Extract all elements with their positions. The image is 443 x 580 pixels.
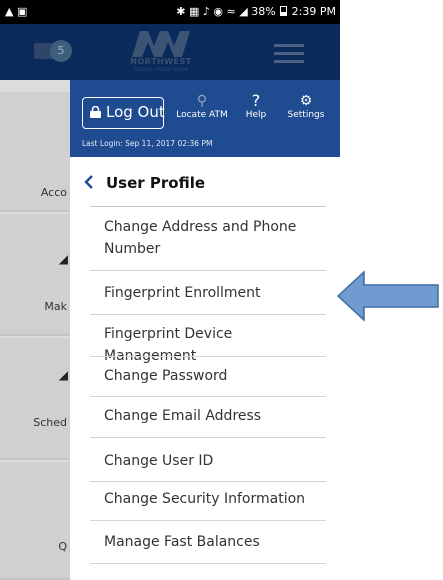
menu-item-label: Change Address and Phone Number <box>104 219 297 257</box>
app-header: 5 NORTHWEST FEDERAL CREDIT UNION <box>0 24 340 80</box>
wifi-icon: ≈ <box>226 5 236 18</box>
settings-label: Settings <box>287 110 325 120</box>
log-out-label: Log Out <box>106 103 165 121</box>
help-button[interactable]: ? Help <box>240 91 272 121</box>
image-icon: ▣ <box>16 5 28 18</box>
bluetooth-icon: ✱ <box>176 5 186 18</box>
user-profile-title: User Profile <box>106 174 206 192</box>
navigation-drawer: Log Out ⚲ Locate ATM ? Help ⚙ Settings L… <box>70 80 340 580</box>
mute-icon: ♪ <box>202 5 210 18</box>
pointer-arrow-icon <box>336 270 439 322</box>
divider <box>90 481 326 482</box>
status-left-icons: ▲ ▣ <box>5 5 27 18</box>
menu-item-label: Change Email Address <box>104 408 262 424</box>
background-label: Q <box>58 540 67 553</box>
menu-item-manage-fast-balances[interactable]: Manage Fast Balances <box>90 531 326 553</box>
locate-atm-button[interactable]: ⚲ Locate ATM <box>172 92 232 120</box>
menu-item-label: Manage Fast Balances <box>104 534 260 550</box>
menu-item-label: Change Password <box>104 368 228 384</box>
hamburger-menu-icon[interactable] <box>274 44 304 64</box>
divider <box>90 206 326 207</box>
background-tile: ◢ Sched <box>0 338 70 460</box>
locate-atm-label: Locate ATM <box>176 110 228 120</box>
battery-icon <box>280 6 288 16</box>
background-label: Sched <box>33 416 67 429</box>
lock-icon <box>90 106 101 118</box>
background-icon: ◢ <box>58 368 68 382</box>
menu-item-label: Fingerprint Enrollment <box>104 285 261 301</box>
phone-screen: ▲ ▣ ✱ ▦ ♪ ◉ ≈ ◢ 38% 2:39 PM 5 NORTHWEST … <box>0 0 340 580</box>
nw-logo-mark-icon <box>132 31 190 57</box>
hamburger-bar <box>274 44 304 47</box>
nfc-icon: ▦ <box>188 5 200 18</box>
location-pin-icon: ⚲ <box>196 93 208 109</box>
menu-item-change-security-info[interactable]: Change Security Information <box>90 488 326 510</box>
menu-item-fingerprint-enrollment[interactable]: Fingerprint Enrollment <box>90 282 326 304</box>
menu-item-fingerprint-device-management[interactable]: Fingerprint Device Management <box>90 323 326 367</box>
divider <box>90 396 326 397</box>
menu-item-label: Change User ID <box>104 453 214 469</box>
help-icon: ? <box>251 91 261 110</box>
divider <box>90 356 326 357</box>
chevron-left-icon <box>84 175 93 189</box>
settings-button[interactable]: ⚙ Settings <box>278 92 334 120</box>
divider <box>90 314 326 315</box>
notification-bell-icon: ▲ <box>5 5 14 18</box>
status-bar: ▲ ▣ ✱ ▦ ♪ ◉ ≈ ◢ 38% 2:39 PM <box>0 0 340 24</box>
hamburger-bar <box>274 60 304 63</box>
menu-item-change-password[interactable]: Change Password <box>90 365 326 387</box>
divider <box>90 270 326 271</box>
divider <box>90 520 326 521</box>
background-label: Mak <box>44 300 67 313</box>
background-tile: Acco <box>0 92 70 212</box>
northwest-logo: NORTHWEST FEDERAL CREDIT UNION <box>124 30 198 74</box>
log-out-button[interactable]: Log Out <box>82 97 165 129</box>
menu-item-change-user-id[interactable]: Change User ID <box>90 450 326 472</box>
status-time: 2:39 PM <box>291 5 336 18</box>
logo-name: NORTHWEST <box>130 57 192 66</box>
background-tile: Q <box>0 462 70 580</box>
status-right: ✱ ▦ ♪ ◉ ≈ ◢ 38% 2:39 PM <box>176 5 336 18</box>
background-tile: ◢ Mak <box>0 214 70 336</box>
screenshot-frame: ▲ ▣ ✱ ▦ ♪ ◉ ≈ ◢ 38% 2:39 PM 5 NORTHWEST … <box>0 0 443 580</box>
divider <box>90 563 326 564</box>
alarm-icon: ◉ <box>213 5 224 18</box>
menu-item-change-email[interactable]: Change Email Address <box>90 405 326 427</box>
background-icon: ◢ <box>58 252 68 266</box>
menu-item-change-address[interactable]: Change Address and Phone Number <box>90 216 326 260</box>
background-dashboard: Acco ◢ Mak ◢ Sched Q <box>0 80 70 580</box>
gear-icon: ⚙ <box>299 93 313 109</box>
menu-item-label: Change Security Information <box>104 491 306 507</box>
help-label: Help <box>245 110 267 120</box>
menu-item-label: Fingerprint Device Management <box>104 326 233 364</box>
messages-button[interactable]: 5 <box>34 40 72 62</box>
background-label: Acco <box>40 186 67 199</box>
hamburger-bar <box>274 52 304 55</box>
last-login-text: Last Login: Sep 11, 2017 02:36 PM <box>82 139 213 148</box>
logo-subtitle: FEDERAL CREDIT UNION <box>133 67 189 72</box>
drawer-header: Log Out ⚲ Locate ATM ? Help ⚙ Settings L… <box>70 80 340 157</box>
battery-percent: 38% <box>251 5 276 18</box>
user-profile-header[interactable]: User Profile <box>70 170 340 198</box>
divider <box>90 437 326 438</box>
signal-icon: ◢ <box>239 5 248 18</box>
message-count-badge: 5 <box>50 40 72 62</box>
